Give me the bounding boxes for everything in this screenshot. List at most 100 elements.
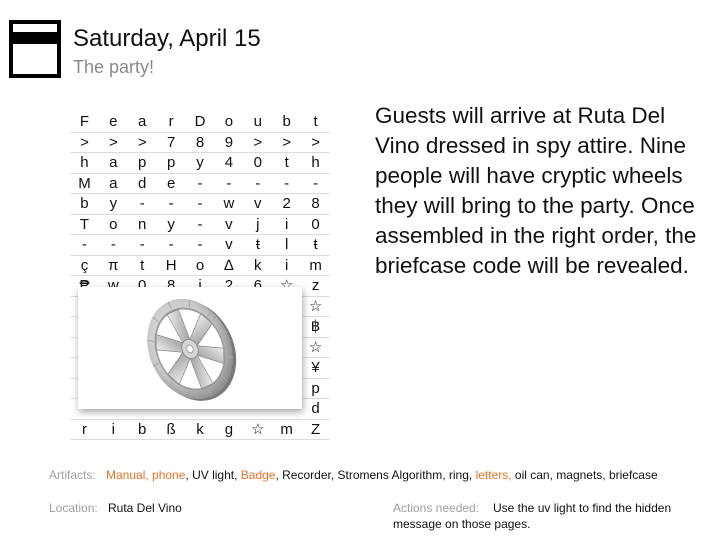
grid-cell: m (272, 419, 302, 440)
cipher-wheel-photo (78, 287, 302, 409)
grid-cell: k (243, 255, 273, 276)
grid-cell: 8 (185, 132, 215, 153)
grid-cell: y (156, 214, 186, 235)
grid-cell: d (301, 398, 331, 420)
grid-cell: > (70, 132, 99, 153)
grid-cell: 2 (272, 193, 302, 215)
grid-cell: > (98, 132, 128, 153)
grid-cell: > (272, 132, 302, 153)
grid-cell: ☆ (243, 419, 273, 440)
grid-cell: D (185, 112, 215, 133)
grid-cell: a (98, 173, 128, 194)
grid-cell: k (185, 419, 215, 440)
artifact-text: , UV light, (185, 468, 241, 482)
grid-row: happy40th (70, 152, 331, 174)
grid-cell: y (98, 193, 128, 215)
grid-row: by---wv28 (70, 193, 331, 215)
grid-cell: ∆ (214, 255, 244, 276)
cipher-wheel-image (147, 298, 237, 401)
artifact-text: oil can, magnets, briefcase (511, 468, 658, 482)
grid-row: Tony-vji0 (70, 214, 331, 235)
grid-cell: e (156, 173, 186, 194)
grid-cell: - (185, 193, 215, 215)
grid-cell: y (185, 152, 215, 174)
grid-cell: - (185, 214, 215, 235)
grid-cell: F (70, 112, 99, 133)
grid-cell: r (156, 112, 186, 133)
grid-cell: r (70, 419, 99, 440)
grid-cell: > (127, 132, 157, 153)
grid-cell: - (185, 234, 215, 256)
grid-cell: 9 (214, 132, 244, 153)
grid-row: ç π t Ho ∆ k i m (70, 255, 331, 276)
location-value: Ruta Del Vino (108, 501, 182, 515)
grid-cell: u (243, 112, 273, 133)
grid-cell: a (98, 152, 128, 174)
grid-cell: i (98, 419, 128, 440)
grid-cell: h (301, 152, 331, 174)
grid-cell: b (70, 193, 99, 215)
grid-cell: - (127, 234, 157, 256)
grid-cell: - (98, 234, 128, 256)
grid-cell: π (98, 255, 128, 276)
grid-cell: t (127, 255, 157, 276)
grid-cell: ç (70, 255, 99, 276)
grid-row: -----vŧlŧ (70, 234, 331, 256)
grid-cell: t (301, 112, 331, 133)
grid-cell: w (214, 193, 244, 215)
grid-cell: ŧ (243, 234, 273, 256)
grid-cell: ☆ (301, 337, 331, 358)
page-title: Saturday, April 15 (73, 25, 261, 52)
calendar-icon (9, 20, 61, 78)
grid-cell: ☆ (301, 296, 331, 317)
grid-cell: z (301, 275, 331, 297)
grid-cell: M (70, 173, 99, 194)
grid-cell: H (156, 255, 186, 276)
grid-cell: p (156, 152, 186, 174)
artifact-highlighted: letters, (475, 468, 512, 482)
grid-cell: 8 (301, 193, 331, 215)
grid-cell: - (70, 234, 99, 256)
grid-cell: b (127, 419, 157, 440)
grid-cell: - (156, 234, 186, 256)
grid-cell: > (301, 132, 331, 153)
grid-cell: Z (301, 419, 331, 440)
grid-cell: g (214, 419, 244, 440)
grid-cell: v (243, 193, 273, 215)
grid-cell: > (243, 132, 273, 153)
grid-cell: - (127, 193, 157, 215)
grid-cell: p (301, 378, 331, 399)
actions-value: Use the uv light to find the hidden mess… (393, 500, 693, 532)
grid-cell: d (127, 173, 157, 194)
grid-cell: 7 (156, 132, 186, 153)
grid-row: r i b ß k g ☆ m Z (70, 419, 331, 440)
grid-cell: - (185, 173, 215, 194)
artifacts-list: Manual, phone, UV light, Badge, Recorder… (106, 467, 666, 483)
grid-row: FearDoubt (70, 112, 331, 133)
grid-cell: - (272, 173, 302, 194)
grid-cell: i (272, 255, 302, 276)
grid-cell: v (214, 234, 244, 256)
page-subtitle: The party! (73, 57, 155, 77)
grid-cell: - (156, 193, 186, 215)
grid-cell: ŧ (301, 234, 331, 256)
grid-cell: ฿ (301, 316, 331, 338)
grid-cell: h (70, 152, 99, 174)
grid-cell: a (127, 112, 157, 133)
grid-cell: 0 (301, 214, 331, 235)
grid-cell: j (243, 214, 273, 235)
grid-cell: - (243, 173, 273, 194)
grid-cell: ¥ (301, 357, 331, 379)
grid-cell: b (272, 112, 302, 133)
grid-cell: o (185, 255, 215, 276)
grid-cell: - (214, 173, 244, 194)
grid-cell: 4 (214, 152, 244, 174)
grid-cell: o (214, 112, 244, 133)
grid-cell: 0 (243, 152, 273, 174)
grid-row: > > >7 8 9 > > > (70, 132, 331, 153)
artifact-highlighted: Badge (240, 468, 276, 482)
party-description: Guests will arrive at Ruta Del Vino dres… (375, 103, 697, 278)
grid-cell: i (272, 214, 302, 235)
grid-cell: ß (156, 419, 186, 440)
grid-cell: v (214, 214, 244, 235)
